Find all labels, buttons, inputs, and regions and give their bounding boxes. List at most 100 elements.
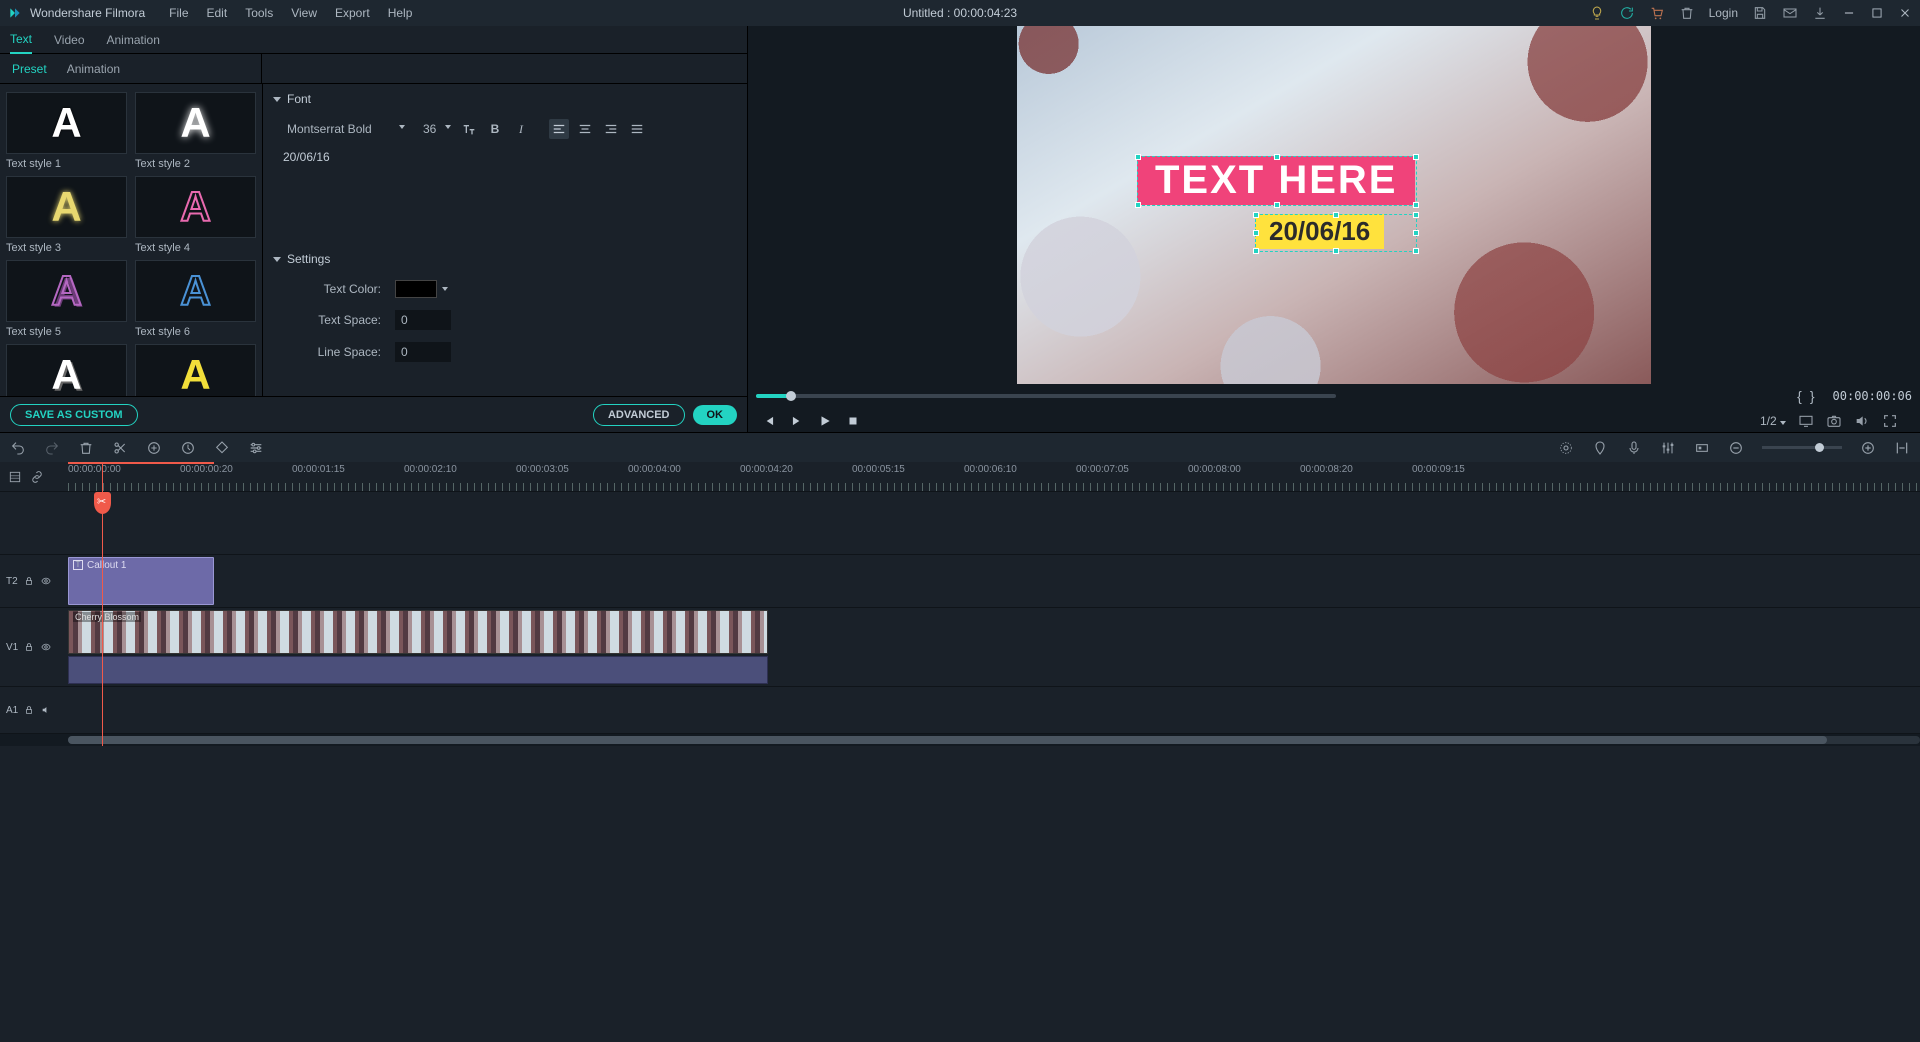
- mixer-icon[interactable]: [1660, 440, 1676, 456]
- tab-text[interactable]: Text: [10, 26, 32, 54]
- adjust-icon[interactable]: [248, 440, 264, 456]
- align-justify-icon[interactable]: [627, 119, 647, 139]
- video-track-header: V1: [0, 608, 68, 686]
- zoom-fit-icon[interactable]: [1894, 440, 1910, 456]
- speed-icon[interactable]: [180, 440, 196, 456]
- subtab-preset[interactable]: Preset: [12, 62, 47, 76]
- save-icon[interactable]: [1752, 5, 1768, 21]
- audio-clip[interactable]: [68, 656, 768, 684]
- marker-icon[interactable]: [1592, 440, 1608, 456]
- advanced-button[interactable]: ADVANCED: [593, 404, 685, 426]
- preview-panel: TEXT HERE 20/06/16: [748, 26, 1920, 432]
- render-icon[interactable]: [1558, 440, 1574, 456]
- video-clip[interactable]: Cherry Blossom: [68, 610, 768, 654]
- line-space-input[interactable]: 0: [395, 342, 451, 362]
- fullscreen-icon[interactable]: [1882, 413, 1898, 429]
- ok-button[interactable]: OK: [693, 405, 738, 425]
- menu-view[interactable]: View: [291, 6, 317, 20]
- audio-track-lane[interactable]: [68, 687, 1920, 733]
- split-icon[interactable]: [112, 440, 128, 456]
- stop-button[interactable]: [844, 412, 862, 430]
- play-button[interactable]: [816, 412, 834, 430]
- tab-video[interactable]: Video: [54, 27, 84, 53]
- speaker-icon[interactable]: [40, 705, 52, 715]
- eye-icon[interactable]: [40, 642, 52, 652]
- selection-box[interactable]: [1255, 214, 1417, 252]
- keyframe-icon[interactable]: [1694, 440, 1710, 456]
- preset-item[interactable]: A: [135, 344, 256, 396]
- delete-icon[interactable]: [78, 440, 94, 456]
- lock-icon[interactable]: [24, 705, 34, 715]
- timeline-hscroll[interactable]: [0, 734, 1920, 746]
- menu-tools[interactable]: Tools: [245, 6, 273, 20]
- zoom-out-icon[interactable]: [1728, 440, 1744, 456]
- preset-item[interactable]: AText style 2: [135, 92, 256, 170]
- tab-animation[interactable]: Animation: [107, 27, 160, 53]
- color-icon[interactable]: [214, 440, 230, 456]
- text-color-picker[interactable]: [395, 280, 437, 298]
- cart-icon[interactable]: [1649, 5, 1665, 21]
- menu-help[interactable]: Help: [388, 6, 413, 20]
- timeline-zoom-slider[interactable]: [1762, 446, 1842, 449]
- zoom-in-icon[interactable]: [1860, 440, 1876, 456]
- snapshot-icon[interactable]: [1826, 413, 1842, 429]
- preset-item[interactable]: AText style 3: [6, 176, 127, 254]
- menu-export[interactable]: Export: [335, 6, 370, 20]
- preset-item[interactable]: AText style 6: [135, 260, 256, 338]
- save-as-custom-button[interactable]: SAVE AS CUSTOM: [10, 404, 138, 426]
- window-maximize[interactable]: [1870, 6, 1884, 20]
- italic-icon[interactable]: I: [511, 119, 531, 139]
- volume-icon[interactable]: [1854, 413, 1870, 429]
- bracket-left[interactable]: {: [1797, 388, 1802, 404]
- preview-canvas[interactable]: TEXT HERE 20/06/16: [1017, 26, 1651, 384]
- prev-frame-button[interactable]: [760, 412, 778, 430]
- timeline: 00:00:00:00 00:00:00:20 00:00:01:15 00:0…: [0, 462, 1920, 746]
- window-minimize[interactable]: [1842, 6, 1856, 20]
- track-manager-icon[interactable]: [8, 470, 22, 484]
- preset-item[interactable]: AText style 1: [6, 92, 127, 170]
- settings-section-header[interactable]: Settings: [271, 244, 747, 274]
- small-caps-icon[interactable]: [459, 119, 479, 139]
- bold-icon[interactable]: B: [485, 119, 505, 139]
- voiceover-icon[interactable]: [1626, 440, 1642, 456]
- mail-icon[interactable]: [1782, 5, 1798, 21]
- lock-icon[interactable]: [24, 642, 34, 652]
- download-icon[interactable]: [1812, 5, 1828, 21]
- text-space-input[interactable]: 0: [395, 310, 451, 330]
- timeline-ruler[interactable]: 00:00:00:00 00:00:00:20 00:00:01:15 00:0…: [68, 462, 1920, 491]
- undo-icon[interactable]: [10, 440, 26, 456]
- bracket-right[interactable]: }: [1810, 388, 1815, 404]
- link-icon[interactable]: [30, 470, 44, 484]
- preset-item[interactable]: AText style 4: [135, 176, 256, 254]
- align-center-icon[interactable]: [575, 119, 595, 139]
- monitor-icon[interactable]: [1798, 413, 1814, 429]
- menu-edit[interactable]: Edit: [207, 6, 228, 20]
- eye-icon[interactable]: [40, 576, 52, 586]
- redo-icon[interactable]: [44, 440, 60, 456]
- window-close[interactable]: [1898, 6, 1912, 20]
- lock-icon[interactable]: [24, 576, 34, 586]
- trash-icon[interactable]: [1679, 5, 1695, 21]
- login-button[interactable]: Login: [1709, 6, 1738, 20]
- preset-item[interactable]: AText style 5: [6, 260, 127, 338]
- zoom-ratio[interactable]: 1/2: [1760, 414, 1786, 428]
- menu-file[interactable]: File: [169, 6, 188, 20]
- selection-box[interactable]: [1137, 156, 1417, 206]
- subtab-animation[interactable]: Animation: [67, 62, 120, 76]
- text-track-lane[interactable]: TCallout 1: [68, 555, 1920, 607]
- font-family-select[interactable]: Montserrat Bold: [281, 118, 411, 140]
- align-right-icon[interactable]: [601, 119, 621, 139]
- align-left-icon[interactable]: [549, 119, 569, 139]
- video-track-lane[interactable]: Cherry Blossom: [68, 608, 1920, 686]
- text-clip[interactable]: TCallout 1: [68, 557, 214, 605]
- font-section-header[interactable]: Font: [271, 84, 747, 114]
- crop-icon[interactable]: [146, 440, 162, 456]
- lightbulb-icon[interactable]: [1589, 5, 1605, 21]
- playhead[interactable]: ✂: [102, 462, 103, 746]
- font-size-select[interactable]: 36: [417, 118, 453, 140]
- text-content-input[interactable]: 20/06/16: [271, 144, 747, 244]
- preset-item[interactable]: A: [6, 344, 127, 396]
- next-frame-button[interactable]: [788, 412, 806, 430]
- preview-zoom-slider[interactable]: [756, 394, 1336, 398]
- refresh-icon[interactable]: [1619, 5, 1635, 21]
